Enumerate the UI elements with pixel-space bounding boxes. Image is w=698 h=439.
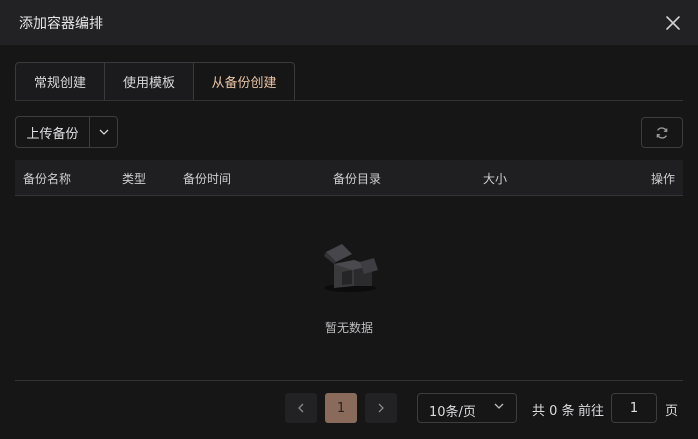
goto-label: 前往 (578, 404, 605, 419)
refresh-button[interactable] (641, 117, 683, 148)
next-page-button[interactable] (365, 393, 397, 423)
chevron-down-icon (99, 129, 108, 135)
column-header-backup-name[interactable]: 备份名称 (23, 170, 71, 187)
column-header-size[interactable]: 大小 (483, 170, 507, 187)
column-header-backup-dir[interactable]: 备份目录 (333, 170, 381, 187)
create-mode-tabs: 常规创建 使用模板 从备份创建 (15, 62, 295, 100)
prev-page-button[interactable] (285, 393, 317, 423)
goto-page-input[interactable] (611, 393, 657, 423)
column-header-type[interactable]: 类型 (122, 170, 146, 187)
upload-options-dropdown[interactable] (90, 117, 117, 147)
chevron-down-icon (494, 403, 504, 409)
empty-box-icon (320, 238, 380, 298)
upload-backup-button[interactable]: 上传备份 (16, 117, 90, 147)
column-header-backup-time[interactable]: 备份时间 (183, 170, 231, 187)
dialog-header: 添加容器编排 (0, 0, 698, 45)
page-size-value: 10条/页 (429, 405, 476, 420)
column-header-actions: 操作 (651, 172, 676, 186)
chevron-right-icon (378, 403, 384, 413)
add-compose-dialog: 添加容器编排 常规创建 使用模板 从备份创建 上传备份 备份名称 类型 备份时间… (0, 0, 698, 439)
table-header: 备份名称 类型 备份时间 备份目录 大小 操作 (15, 160, 683, 196)
tab-create-from-backup[interactable]: 从备份创建 (194, 62, 295, 100)
page-size-select[interactable]: 10条/页 (417, 393, 517, 423)
tabs-divider (15, 100, 683, 101)
dialog-title: 添加容器编排 (19, 16, 103, 32)
goto-suffix: 页 (665, 404, 679, 419)
total-count: 共 0 条 (532, 404, 575, 419)
footer-divider (15, 380, 683, 381)
upload-backup-split-button: 上传备份 (15, 116, 118, 148)
chevron-left-icon (298, 403, 304, 413)
tab-regular-create[interactable]: 常规创建 (15, 62, 105, 100)
close-icon[interactable] (664, 14, 682, 32)
page-number-button[interactable]: 1 (325, 393, 357, 423)
empty-state-text: 暂无数据 (324, 321, 373, 335)
refresh-icon (656, 126, 668, 139)
tab-use-template[interactable]: 使用模板 (105, 62, 194, 100)
